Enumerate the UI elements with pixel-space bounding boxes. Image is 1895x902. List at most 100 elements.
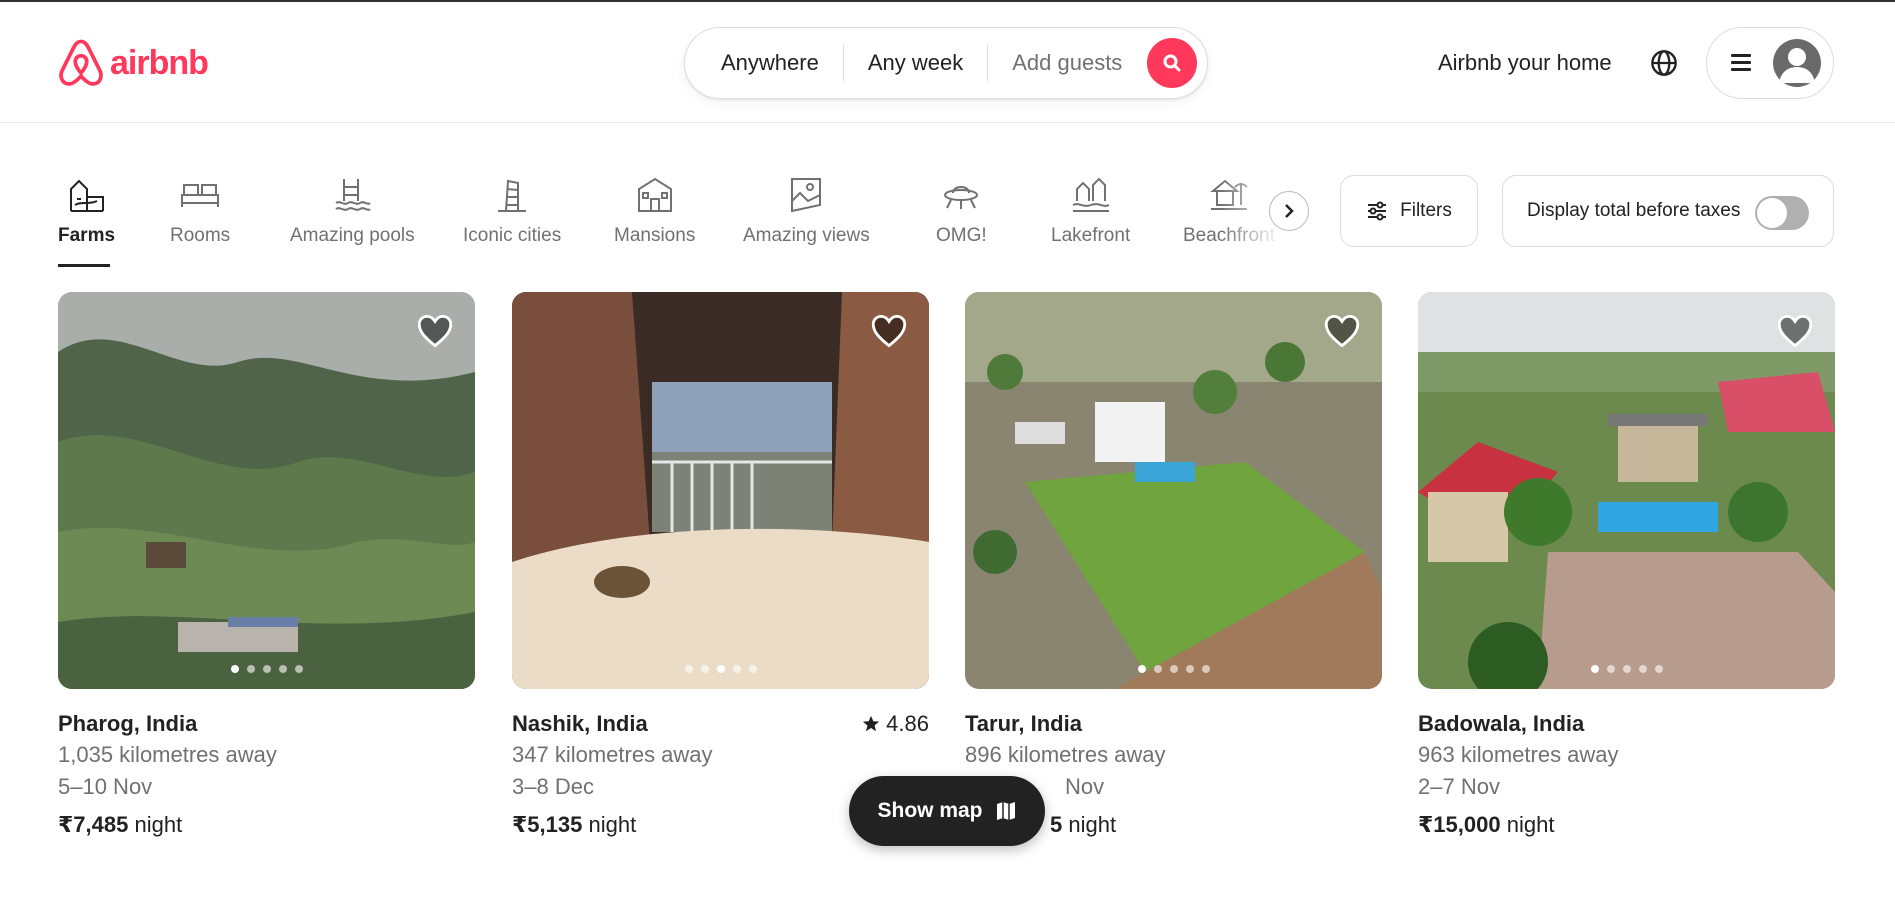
category-rooms[interactable]: Rooms: [170, 175, 230, 247]
listing-price-amount: ₹15,000: [1418, 812, 1501, 837]
picture-icon: [791, 178, 822, 213]
listing-photo[interactable]: [512, 292, 929, 689]
globe-icon[interactable]: [1650, 49, 1678, 77]
listing-price-unit: night: [134, 812, 183, 837]
listing-price: ₹15,000 night: [1418, 809, 1835, 841]
user-avatar-icon: [1779, 48, 1815, 83]
listing-location: Badowala, India: [1418, 709, 1835, 739]
listing-rating-value: 4.86: [886, 711, 929, 736]
listing-location-text: Tarur, India: [965, 711, 1082, 736]
filters-label: Filters: [1400, 200, 1452, 221]
category-amazing-pools[interactable]: Amazing pools: [290, 175, 415, 247]
chevron-right-icon: [1285, 204, 1294, 218]
listing-location: Pharog, India: [58, 709, 475, 739]
listing-price-unit: night: [1506, 812, 1555, 837]
listing-photo[interactable]: [58, 292, 475, 689]
category-label: Rooms: [170, 225, 231, 246]
search-any-week[interactable]: Any week: [844, 45, 987, 81]
heart-icon[interactable]: [1777, 314, 1813, 348]
category-lakefront[interactable]: Lakefront: [1051, 175, 1130, 247]
listing-price-unit: night: [1068, 812, 1117, 837]
listing-rating: 4.86: [862, 709, 929, 739]
listing-location-text: Nashik, India: [512, 711, 648, 736]
toggle-knob: [1757, 198, 1787, 228]
ufo-icon: [944, 186, 979, 209]
category-label: Amazing pools: [290, 225, 415, 246]
star-icon: [863, 715, 880, 732]
listing-location: Nashik, India 4.86: [512, 709, 929, 739]
sliders-icon: [1368, 201, 1387, 221]
category-bar: Farms Rooms Amazing pools Iconic cities …: [58, 175, 1308, 270]
mansion-icon: [637, 177, 672, 212]
listing-location: Tarur, India: [965, 709, 1382, 739]
category-label: Mansions: [614, 225, 696, 246]
heart-icon[interactable]: [1324, 314, 1360, 348]
category-farms[interactable]: Farms: [58, 175, 115, 247]
tower-icon: [498, 179, 527, 212]
category-amazing-views[interactable]: Amazing views: [743, 175, 870, 247]
category-label: Iconic cities: [463, 225, 562, 246]
search-button[interactable]: [1147, 38, 1197, 88]
category-label: OMG!: [936, 225, 987, 246]
hamburger-menu-icon: [1731, 54, 1751, 72]
show-map-button[interactable]: Show map: [849, 776, 1045, 846]
photo-carousel-dots: [1418, 665, 1835, 673]
listing-price-unit: night: [588, 812, 637, 837]
category-label: Amazing views: [743, 225, 870, 246]
listing-distance: 347 kilometres away: [512, 742, 713, 767]
listing-photo-image: [1418, 292, 1835, 689]
listing-price-amount: 5: [1050, 812, 1063, 837]
photo-carousel-dots: [512, 665, 929, 673]
active-category-indicator: [58, 264, 110, 267]
category-next-button[interactable]: [1269, 191, 1309, 231]
heart-icon[interactable]: [417, 314, 453, 348]
search-icon: [1163, 54, 1181, 72]
listing-distance: 963 kilometres away: [1418, 742, 1619, 767]
category-label: Lakefront: [1051, 225, 1131, 246]
display-total-toggle[interactable]: [1755, 196, 1809, 230]
listing-photo-image: [965, 292, 1382, 689]
listing-distance: 1,035 kilometres away: [58, 742, 277, 767]
listing-dates: 5–10 Nov: [58, 774, 153, 799]
user-menu-button[interactable]: [1706, 27, 1834, 99]
search-bar[interactable]: Anywhere Any week Add guests: [684, 27, 1208, 99]
listing-card[interactable]: Badowala, India 963 kilometres away 2–7 …: [1418, 292, 1835, 841]
farm-icon: [69, 179, 104, 212]
search-anywhere[interactable]: Anywhere: [685, 45, 843, 81]
photo-carousel-dots: [58, 665, 475, 673]
heart-icon[interactable]: [871, 314, 907, 348]
bed-icon: [181, 184, 220, 207]
category-mansions[interactable]: Mansions: [614, 175, 695, 247]
listing-price-amount: ₹7,485: [58, 812, 129, 837]
filters-button[interactable]: Filters: [1340, 175, 1478, 247]
search-add-guests[interactable]: Add guests: [988, 45, 1146, 81]
airbnb-your-home-link[interactable]: Airbnb your home: [1438, 50, 1612, 76]
avatar: [1773, 39, 1821, 87]
category-omg[interactable]: OMG!: [936, 175, 987, 247]
display-total-toggle-container: Display total before taxes: [1502, 175, 1834, 247]
listing-location-text: Badowala, India: [1418, 711, 1585, 736]
listing-photo-image: [58, 292, 475, 689]
display-total-label: Display total before taxes: [1527, 200, 1741, 221]
listing-price: ₹7,485 night: [58, 809, 475, 841]
listing-location-text: Pharog, India: [58, 711, 198, 736]
listing-photo[interactable]: [965, 292, 1382, 689]
show-map-label: Show map: [877, 799, 983, 822]
category-iconic-cities[interactable]: Iconic cities: [463, 175, 561, 247]
listing-dates: 2–7 Nov: [1418, 774, 1500, 799]
category-label: Farms: [58, 225, 116, 246]
brand-name: airbnb: [110, 43, 209, 82]
airbnb-logo[interactable]: airbnb: [58, 38, 209, 88]
photo-carousel-dots: [965, 665, 1382, 673]
listing-photo[interactable]: [1418, 292, 1835, 689]
listing-card[interactable]: Pharog, India 1,035 kilometres away 5–10…: [58, 292, 475, 841]
airbnb-logo-icon: [59, 39, 103, 86]
listing-photo-image: [512, 292, 929, 689]
pool-icon: [335, 179, 372, 211]
listing-distance: 896 kilometres away: [965, 742, 1166, 767]
listing-card[interactable]: Tarur, India 896 kilometres away Nov 5 n…: [965, 292, 1382, 841]
header: airbnb Anywhere Any week Add guests Airb…: [0, 2, 1895, 123]
listing-card[interactable]: Nashik, India 4.86 347 kilometres away 3…: [512, 292, 929, 841]
map-icon: [996, 802, 1015, 820]
listing-price-amount: ₹5,135: [512, 812, 583, 837]
